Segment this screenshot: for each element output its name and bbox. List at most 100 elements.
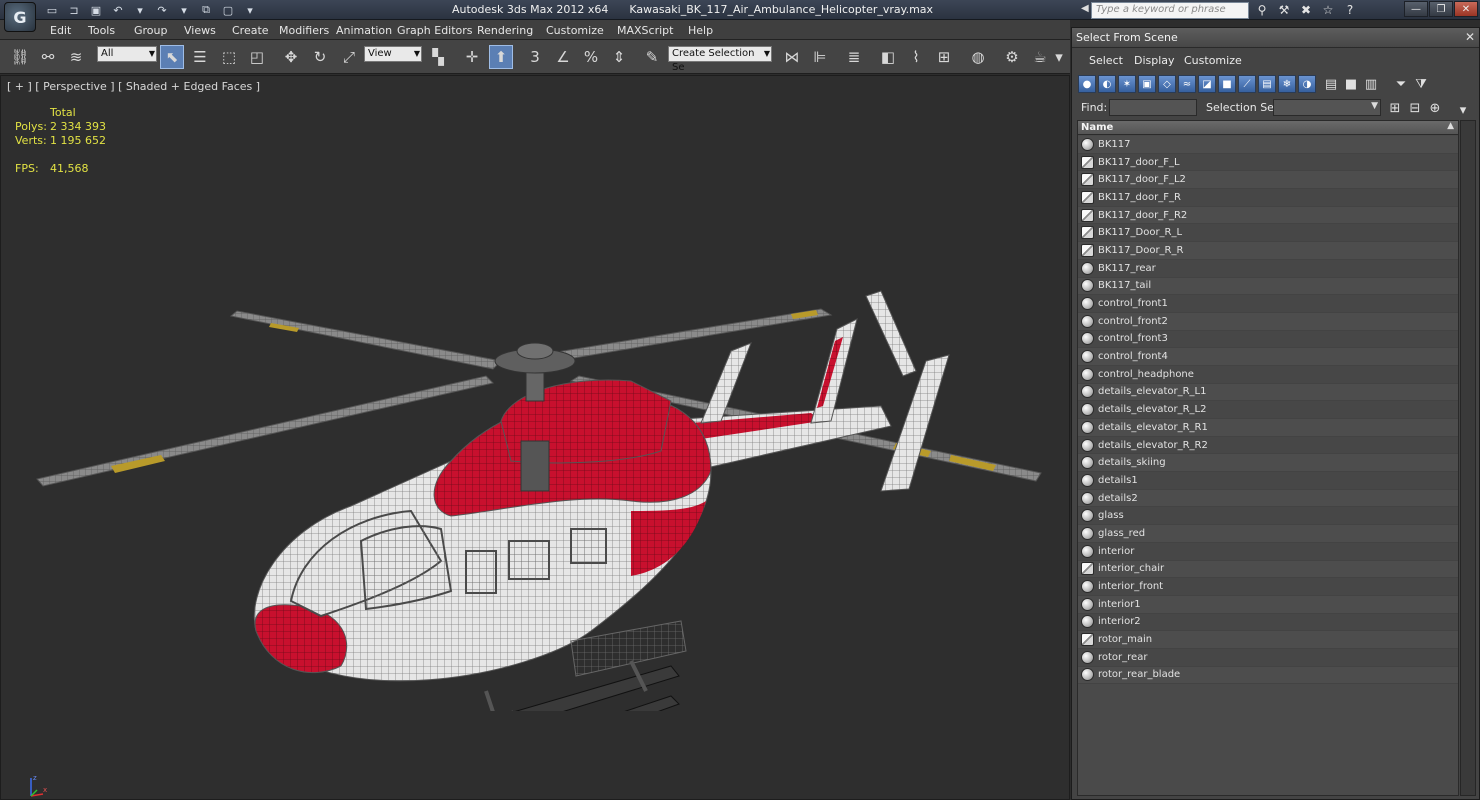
mirror-icon[interactable]: ⋈ — [780, 45, 804, 69]
list-item[interactable]: rotor_main — [1078, 631, 1458, 649]
display-shapes-icon[interactable]: ◐ — [1098, 75, 1116, 93]
bind-space-warp-icon[interactable]: ≋ — [64, 45, 88, 69]
list-item[interactable]: BK117_Door_R_L — [1078, 224, 1458, 243]
column-header-name[interactable]: Name — [1081, 122, 1113, 133]
list-item[interactable]: interior — [1078, 542, 1458, 561]
collapse-left-icon[interactable]: ◀ — [1081, 3, 1089, 14]
menu-tools[interactable]: Tools — [88, 24, 115, 37]
select-move-icon[interactable]: ✥ — [279, 45, 303, 69]
display-frozen-icon[interactable]: ❄ — [1278, 75, 1296, 93]
window-crossing-icon[interactable]: ◰ — [245, 45, 269, 69]
list-item[interactable]: interior_chair — [1078, 560, 1458, 579]
menu-views[interactable]: Views — [184, 24, 216, 37]
layer-manager-icon[interactable]: ≣ — [842, 45, 866, 69]
new-file-icon[interactable]: ▭ — [42, 2, 62, 18]
curve-editor-icon[interactable]: ⌇ — [904, 45, 928, 69]
application-button[interactable]: G — [4, 2, 36, 32]
list-item[interactable]: control_front1 — [1078, 295, 1458, 313]
list-scrollbar[interactable] — [1460, 120, 1476, 796]
dialog-title-bar[interactable]: Select From Scene ✕ — [1072, 28, 1479, 48]
perspective-viewport[interactable]: [ + ] [ Perspective ] [ Shaded + Edged F… — [0, 75, 1070, 800]
percent-snap-icon[interactable]: % — [579, 45, 603, 69]
favorites-star-icon[interactable]: ☆ — [1319, 2, 1337, 18]
list-item[interactable]: details1 — [1078, 472, 1458, 490]
display-hidden-icon[interactable]: ◑ — [1298, 75, 1316, 93]
menu-animation[interactable]: Animation — [336, 24, 392, 37]
list-item[interactable]: rotor_rear_blade — [1078, 666, 1458, 685]
list-item[interactable]: details_elevator_R_L2 — [1078, 401, 1458, 419]
display-none-icon[interactable]: ■ — [1342, 75, 1360, 93]
pivot-center-icon[interactable]: ▚ — [426, 45, 450, 69]
named-selection-set-dropdown[interactable]: Create Selection Se ▼ — [668, 46, 772, 73]
material-editor-icon[interactable]: ◍ — [966, 45, 990, 69]
minimize-button[interactable]: — — [1404, 1, 1428, 17]
rectangular-selection-icon[interactable]: ⬚ — [217, 45, 241, 69]
display-lights-icon[interactable]: ✶ — [1118, 75, 1136, 93]
list-item[interactable]: control_front4 — [1078, 348, 1458, 366]
display-containers-icon[interactable]: ▤ — [1258, 75, 1276, 93]
unlink-icon[interactable]: ⚯ — [36, 45, 60, 69]
angle-snap-icon[interactable]: ∠ — [551, 45, 575, 69]
redo-icon[interactable]: ↷ — [152, 2, 172, 18]
list-item[interactable]: details_elevator_R_L1 — [1078, 383, 1458, 402]
list-item[interactable]: glass_red — [1078, 525, 1458, 543]
binoculars-icon[interactable]: ⚲ — [1253, 2, 1271, 18]
menu-graph-editors[interactable]: Graph Editors — [397, 24, 473, 37]
render-setup-icon[interactable]: ⚙ — [1000, 45, 1024, 69]
list-item[interactable]: interior_front — [1078, 578, 1458, 596]
list-item[interactable]: BK117_door_F_L2 — [1078, 171, 1458, 190]
list-item[interactable]: control_front3 — [1078, 330, 1458, 349]
select-by-name-icon[interactable]: ☰ — [188, 45, 212, 69]
list-item[interactable]: interior1 — [1078, 595, 1458, 614]
close-button[interactable]: ✕ — [1454, 1, 1478, 17]
spinner-snap-icon[interactable]: ⇕ — [607, 45, 631, 69]
display-invert-icon[interactable]: ▥ — [1362, 75, 1380, 93]
snaps-toggle-icon[interactable]: 3 — [523, 45, 547, 69]
dialog-menu-select[interactable]: Select — [1089, 54, 1123, 67]
menu-edit[interactable]: Edit — [50, 24, 71, 37]
save-file-icon[interactable]: ▣ — [86, 2, 106, 18]
subscription-icon[interactable]: ⚒ — [1275, 2, 1293, 18]
create-selection-set-icon[interactable]: ⊞ — [1386, 99, 1404, 117]
find-input[interactable] — [1109, 99, 1197, 116]
list-item[interactable]: BK117_door_F_R2 — [1078, 206, 1458, 225]
toolbar-overflow-icon[interactable]: ▾ — [1052, 45, 1066, 69]
dialog-options-icon[interactable]: ▾ — [1454, 101, 1472, 119]
list-item[interactable]: details_elevator_R_R1 — [1078, 419, 1458, 437]
filter-icon[interactable]: ⏷ — [1392, 75, 1410, 93]
list-item[interactable]: control_headphone — [1078, 365, 1458, 384]
menu-customize[interactable]: Customize — [546, 24, 604, 37]
list-item[interactable]: BK117_Door_R_R — [1078, 242, 1458, 260]
reference-coordinate-dropdown[interactable]: View ▼ — [364, 46, 422, 62]
viewport-label[interactable]: [ + ] [ Perspective ] [ Shaded + Edged F… — [7, 80, 260, 93]
qat-dropdown-icon[interactable]: ▾ — [240, 2, 260, 18]
undo-dropdown-icon[interactable]: ▾ — [130, 2, 150, 18]
display-groups-icon[interactable]: ◪ — [1198, 75, 1216, 93]
list-item[interactable]: BK117_rear — [1078, 259, 1458, 278]
list-item[interactable]: interior2 — [1078, 613, 1458, 632]
remove-selection-set-icon[interactable]: ⊟ — [1406, 99, 1424, 117]
select-rotate-icon[interactable]: ↻ — [308, 45, 332, 69]
link-icon[interactable]: ⛓ — [8, 45, 32, 69]
redo-dropdown-icon[interactable]: ▾ — [174, 2, 194, 18]
select-scale-icon[interactable]: ⤢ — [337, 45, 361, 69]
add-to-set-icon[interactable]: ⊕ — [1426, 99, 1444, 117]
display-helpers-icon[interactable]: ◇ — [1158, 75, 1176, 93]
select-object-icon[interactable]: ⬉ — [160, 45, 184, 69]
list-item[interactable]: BK117_tail — [1078, 277, 1458, 296]
filter-options-icon[interactable]: ⧩ — [1412, 75, 1430, 93]
graphite-toggle-icon[interactable]: ◧ — [876, 45, 900, 69]
undo-icon[interactable]: ↶ — [108, 2, 128, 18]
display-space-warps-icon[interactable]: ≈ — [1178, 75, 1196, 93]
list-item[interactable]: glass — [1078, 507, 1458, 526]
communication-icon[interactable]: ✖ — [1297, 2, 1315, 18]
dialog-menu-customize[interactable]: Customize — [1184, 54, 1242, 67]
select-manipulate-icon[interactable]: ✛ — [460, 45, 484, 69]
display-all-icon[interactable]: ▤ — [1322, 75, 1340, 93]
list-header[interactable]: Name ▲ — [1078, 121, 1458, 135]
list-item[interactable]: details_skiing — [1078, 454, 1458, 473]
menu-group[interactable]: Group — [134, 24, 168, 37]
edit-named-selection-icon[interactable]: ✎ — [640, 45, 664, 69]
align-icon[interactable]: ⊫ — [808, 45, 832, 69]
selection-set-dropdown[interactable]: ▼ — [1273, 99, 1381, 116]
